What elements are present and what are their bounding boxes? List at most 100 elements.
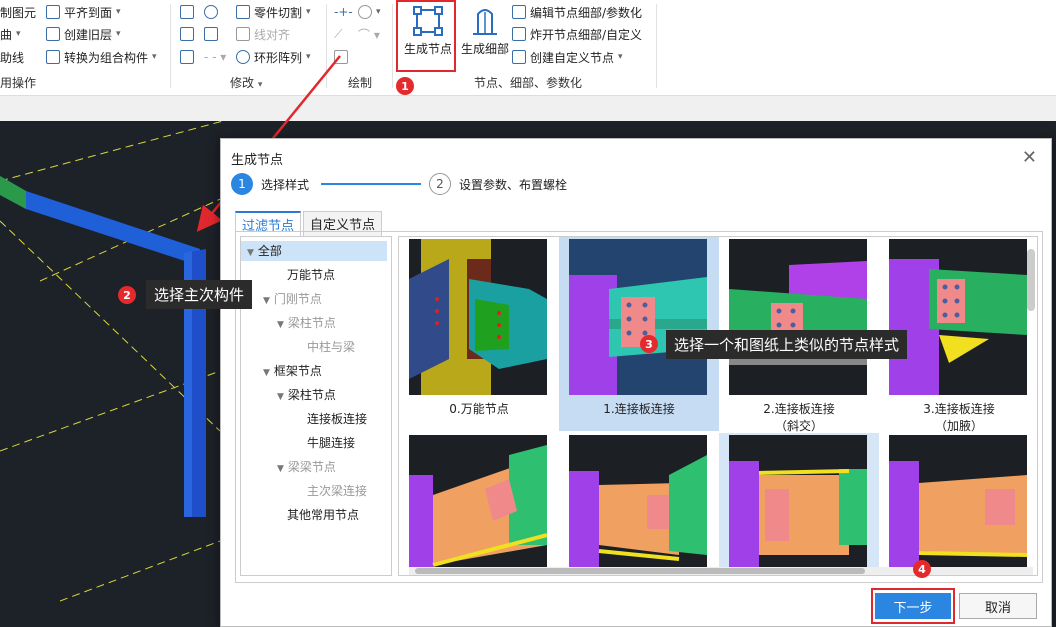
cancel-button[interactable]: 取消: [959, 593, 1037, 619]
node-card-4[interactable]: [399, 433, 559, 575]
group-label-node: 节点、细部、参数化: [474, 76, 583, 90]
tree-node[interactable]: ▼ 梁梁节点: [277, 457, 336, 477]
move-icon: [180, 50, 194, 64]
tree-node-label: 牛腿连接: [307, 436, 356, 450]
tree-node[interactable]: 牛腿连接: [303, 433, 355, 453]
tree-node[interactable]: ▼ 梁柱节点: [277, 313, 336, 333]
tree-node[interactable]: ▼ 门刚节点: [263, 289, 322, 309]
tree-node[interactable]: 连接板连接: [303, 409, 367, 429]
expand-arrow-icon[interactable]: ▼: [277, 464, 284, 474]
ribbon-item-curve[interactable]: 曲 ▾: [0, 24, 21, 44]
highlight-box: [871, 588, 955, 624]
step-badge-3: 3: [640, 335, 658, 353]
close-icon[interactable]: ✕: [1022, 147, 1037, 168]
tree-node-label: 梁柱节点: [287, 316, 336, 330]
point-icon-button[interactable]: -+-: [334, 2, 353, 22]
ribbon-item-edit-node[interactable]: 编辑节点细部/参数化: [512, 2, 642, 22]
node-preview-image: [889, 461, 1027, 575]
step-badge-1: 1: [396, 77, 414, 95]
extend-icon-button[interactable]: - - ▾: [204, 47, 226, 67]
tree-node[interactable]: ▼ 框架节点: [263, 361, 322, 381]
tree-node-label: 中柱与梁: [307, 340, 356, 354]
node-thumbnail: [729, 435, 867, 575]
extend-icon: - - ▾: [204, 50, 227, 64]
ribbon-item-part-cut[interactable]: 零件切割 ▾: [236, 2, 311, 22]
dialog-title: 生成节点: [231, 153, 284, 168]
node-card-5[interactable]: [559, 433, 719, 575]
highlight-box: [396, 0, 456, 72]
copy-icon: [180, 27, 194, 41]
node-caption: 2.连接板连接 （斜交）: [763, 402, 835, 433]
chevron-down-icon: ▾: [376, 7, 381, 17]
chevron-down-icon: ▾: [152, 52, 157, 62]
scroll-thumb[interactable]: [415, 568, 865, 574]
tree-node-label: 梁柱节点: [287, 388, 336, 402]
node-category-tree[interactable]: ▼ 全部 万能节点 ▼ 门刚节点 ▼ 梁柱节点 中柱与梁 ▼ 框架节点 ▼ 梁柱节点 连接板连接 牛腿连接…: [240, 236, 392, 576]
separator: [392, 4, 393, 88]
move-icon-button[interactable]: [180, 47, 194, 67]
copy-icon-button[interactable]: [180, 24, 194, 44]
node-thumbnail: [729, 239, 867, 395]
node-card-7[interactable]: [879, 433, 1037, 575]
node-thumbnail: [409, 239, 547, 395]
tree-node[interactable]: 主次梁连接: [303, 481, 367, 501]
tree-node[interactable]: ▼ 全部: [241, 241, 387, 261]
chevron-down-icon: ▾: [257, 80, 263, 90]
generate-detail-icon: [473, 9, 497, 35]
step-badge-2: 2: [118, 286, 136, 304]
node-card-0[interactable]: 0.万能节点: [399, 237, 559, 431]
node-thumbnail: [889, 435, 1027, 575]
ribbon-item-explode-node[interactable]: 炸开节点细部/自定义: [512, 24, 642, 44]
rect-icon-button[interactable]: [334, 47, 348, 67]
ribbon-item-line-align[interactable]: 线对齐: [236, 24, 290, 44]
expand-arrow-icon[interactable]: ▼: [263, 296, 270, 306]
node-preview-image: [569, 455, 707, 575]
mirror-icon-button[interactable]: [204, 24, 218, 44]
ribbon-item-align-to-face[interactable]: 平齐到面 ▾: [46, 2, 121, 22]
arc-icon-button[interactable]: ⌒ ▾: [358, 24, 380, 44]
node-preview-image: [409, 445, 547, 575]
label: 助线: [0, 50, 25, 65]
line-icon-button[interactable]: ⟋: [334, 24, 342, 44]
node-card-6[interactable]: [719, 433, 879, 575]
label: 创建自定义节点: [530, 50, 615, 65]
tree-node-label: 主次梁连接: [307, 484, 368, 498]
node-preview-image: [409, 239, 547, 395]
group-label-common: 用操作: [0, 76, 37, 90]
circle-icon-button[interactable]: ▾: [358, 2, 381, 22]
ribbon-item-create-layer[interactable]: 创建旧层 ▾: [46, 24, 121, 44]
delete-icon-button[interactable]: [180, 2, 194, 22]
scroll-thumb[interactable]: [1027, 249, 1035, 311]
expand-arrow-icon[interactable]: ▼: [277, 392, 284, 402]
tree-node[interactable]: 其他常用节点: [283, 505, 359, 525]
ribbon-item-guide-line[interactable]: 助线: [0, 47, 24, 67]
ribbon-item-convert-group[interactable]: 转换为组合构件 ▾: [46, 47, 157, 67]
expand-arrow-icon[interactable]: ▼: [263, 368, 270, 378]
node-thumbnail: [569, 435, 707, 575]
horizontal-scrollbar[interactable]: [409, 567, 1033, 575]
tree-node[interactable]: ▼ 梁柱节点: [277, 385, 336, 405]
step-number: 2: [429, 173, 451, 195]
tree-node-label: 框架节点: [273, 364, 322, 378]
node-style-gallery[interactable]: 0.万能节点 1.连接板连接 2.连接板连接 （斜交） 3.连接板连接 （加腋）: [398, 236, 1038, 576]
rectangle-icon: [334, 50, 348, 64]
delete-icon: [180, 5, 194, 19]
label: 曲: [0, 27, 13, 42]
rotate-icon-button[interactable]: [204, 2, 218, 22]
expand-arrow-icon[interactable]: ▼: [277, 320, 284, 330]
separator: [326, 4, 327, 88]
vertical-scrollbar[interactable]: [1027, 247, 1035, 567]
ribbon-item-draw-element[interactable]: 制图元: [0, 2, 36, 22]
tree-node[interactable]: 万能节点: [283, 265, 335, 285]
group-label-draw: 绘制: [348, 76, 373, 90]
tree-node[interactable]: 中柱与梁: [303, 337, 355, 357]
expand-arrow-icon[interactable]: ▼: [247, 248, 254, 258]
arc-icon: ⌒ ▾: [358, 27, 380, 42]
label: 创建旧层: [64, 27, 113, 42]
node-preview-image: [729, 261, 867, 365]
node-preview-image: [889, 259, 1027, 395]
ribbon-item-ring-array[interactable]: 环形阵列 ▾: [236, 47, 311, 67]
ribbon-item-create-custom-node[interactable]: 创建自定义节点 ▾: [512, 47, 623, 67]
generate-detail-button[interactable]: 生成细部: [458, 4, 512, 57]
label: 线对齐: [254, 27, 291, 42]
